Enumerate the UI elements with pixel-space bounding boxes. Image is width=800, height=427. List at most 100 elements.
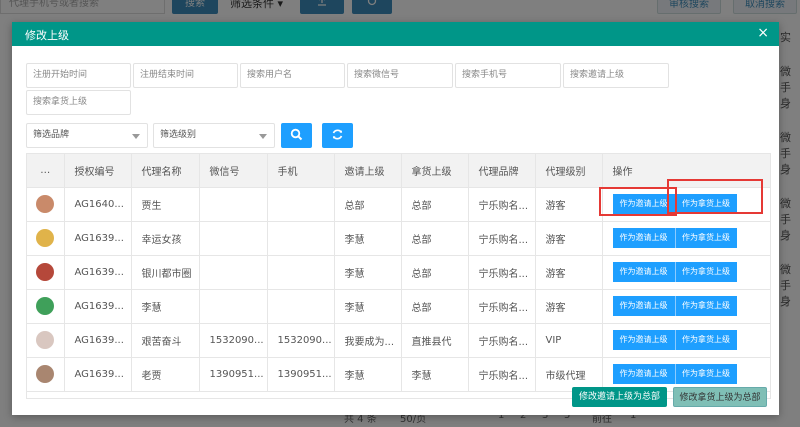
level-select-label: 筛选级别 xyxy=(160,130,197,140)
set-as-stock-superior-button[interactable]: 作为拿货上级 xyxy=(674,228,737,248)
actions-cell: 作为邀请上级 作为拿货上级 xyxy=(602,187,770,222)
col-header-stock-superior: 拿货上级 xyxy=(401,154,469,188)
col-header-wechat: 微信号 xyxy=(199,154,268,188)
invite-superior-cell: 我要成为... xyxy=(334,323,402,358)
avatar-cell xyxy=(27,323,65,358)
set-as-invite-superior-button[interactable]: 作为邀请上级 xyxy=(612,262,675,282)
search-stock-superior-input[interactable]: 搜索拿货上级 xyxy=(26,90,131,115)
stock-superior-cell: 直推县代 xyxy=(401,323,469,358)
stock-superior-cell: 李慧 xyxy=(401,357,469,392)
set-as-invite-superior-button[interactable]: 作为邀请上级 xyxy=(612,330,675,350)
avatar-cell xyxy=(27,289,65,324)
search-wechat-input[interactable]: 搜索微信号 xyxy=(347,63,453,88)
level-cell: 市级代理 xyxy=(535,357,603,392)
auth-no-cell: AG1639... xyxy=(64,289,132,324)
refresh-button[interactable] xyxy=(322,123,353,148)
brand-cell: 宁乐购名... xyxy=(468,357,536,392)
wechat-cell: 1532090... xyxy=(199,323,268,358)
phone-cell xyxy=(267,289,335,324)
wechat-cell xyxy=(199,221,268,256)
table-row: AG1639... 银川都市圈 李慧 总部 宁乐购名... 游客 作为邀请上级 作为拿货上级 xyxy=(27,255,770,290)
level-cell: 游客 xyxy=(535,255,603,290)
invite-superior-cell: 总部 xyxy=(334,187,402,222)
level-cell: 游客 xyxy=(535,221,603,256)
avatar-cell xyxy=(27,221,65,256)
invite-superior-cell: 李慧 xyxy=(334,289,402,324)
col-header-invite-superior: 邀请上级 xyxy=(334,154,402,188)
phone-cell xyxy=(267,187,335,222)
table-row: AG1640... 贾生 总部 总部 宁乐购名... 游客 作为邀请上级 作为拿货上级 xyxy=(27,187,770,222)
avatar xyxy=(36,263,55,281)
invite-superior-cell: 李慧 xyxy=(334,221,402,256)
phone-cell xyxy=(267,255,335,290)
chevron-down-icon xyxy=(259,134,267,139)
set-as-stock-superior-button[interactable]: 作为拿货上级 xyxy=(674,194,737,214)
set-as-invite-superior-button[interactable]: 作为邀请上级 xyxy=(612,194,675,214)
stock-superior-cell: 总部 xyxy=(401,255,469,290)
col-header-actions: 操作 xyxy=(602,154,770,188)
modal-header: 修改上级 × xyxy=(12,22,779,46)
brand-cell: 宁乐购名... xyxy=(468,255,536,290)
auth-no-cell: AG1639... xyxy=(64,357,132,392)
actions-cell: 作为邀请上级 作为拿货上级 xyxy=(602,289,770,324)
agent-name-cell: 幸运女孩 xyxy=(131,221,200,256)
avatar xyxy=(36,229,55,247)
set-as-stock-superior-button[interactable]: 作为拿货上级 xyxy=(674,262,737,282)
auth-no-cell: AG1639... xyxy=(64,255,132,290)
phone-cell: 1532090... xyxy=(267,323,335,358)
reg-start-time-input[interactable]: 注册开始时间 xyxy=(26,63,131,88)
col-header-phone: 手机 xyxy=(267,154,335,188)
wechat-cell xyxy=(199,255,268,290)
actions-cell: 作为邀请上级 作为拿货上级 xyxy=(602,255,770,290)
brand-cell: 宁乐购名... xyxy=(468,221,536,256)
set-invite-superior-hq-button[interactable]: 修改邀请上级为总部 xyxy=(572,387,667,407)
avatar-cell xyxy=(27,187,65,222)
wechat-cell xyxy=(199,187,268,222)
col-header-level: 代理级别 xyxy=(535,154,603,188)
set-as-stock-superior-button[interactable]: 作为拿货上级 xyxy=(674,330,737,350)
search-username-input[interactable]: 搜索用户名 xyxy=(240,63,345,88)
phone-cell: 1390951... xyxy=(267,357,335,392)
avatar-cell xyxy=(27,255,65,290)
agents-table: … 授权编号 代理名称 微信号 手机 邀请上级 拿货上级 代理品牌 代理级别 操… xyxy=(26,153,771,399)
search-phone-input[interactable]: 搜索手机号 xyxy=(455,63,561,88)
wechat-cell xyxy=(199,289,268,324)
table-row: AG1639... 幸运女孩 李慧 总部 宁乐购名... 游客 作为邀请上级 作为拿货上级 xyxy=(27,221,770,256)
brand-cell: 宁乐购名... xyxy=(468,289,536,324)
set-stock-superior-hq-button[interactable]: 修改拿货上级为总部 xyxy=(673,387,767,407)
set-as-stock-superior-button[interactable]: 作为拿货上级 xyxy=(674,296,737,316)
chevron-down-icon xyxy=(132,134,140,139)
level-select[interactable]: 筛选级别 xyxy=(153,123,275,148)
set-as-invite-superior-button[interactable]: 作为邀请上级 xyxy=(612,364,675,384)
agent-name-cell: 艰苦奋斗 xyxy=(131,323,200,358)
set-as-invite-superior-button[interactable]: 作为邀请上级 xyxy=(612,296,675,316)
agent-name-cell: 老贾 xyxy=(131,357,200,392)
avatar xyxy=(36,365,55,383)
close-icon[interactable]: × xyxy=(757,26,769,40)
search-icon xyxy=(290,128,303,141)
avatar-cell xyxy=(27,357,65,392)
auth-no-cell: AG1640... xyxy=(64,187,132,222)
level-cell: 游客 xyxy=(535,289,603,324)
col-header-brand: 代理品牌 xyxy=(468,154,536,188)
invite-superior-cell: 李慧 xyxy=(334,255,402,290)
brand-select-label: 筛选品牌 xyxy=(33,130,70,140)
modal-title: 修改上级 xyxy=(25,29,69,42)
avatar xyxy=(36,195,55,213)
edit-superior-modal: 修改上级 × 注册开始时间 注册结束时间 搜索用户名 搜索微信号 搜索手机号 搜… xyxy=(12,22,779,415)
table-row: AG1639... 老贾 1390951... 1390951... 李慧 李慧 宁乐购名.… xyxy=(27,357,770,392)
brand-cell: 宁乐购名... xyxy=(468,187,536,222)
set-as-stock-superior-button[interactable]: 作为拿货上级 xyxy=(674,364,737,384)
level-cell: 游客 xyxy=(535,187,603,222)
brand-select[interactable]: 筛选品牌 xyxy=(26,123,148,148)
search-button[interactable] xyxy=(281,123,312,148)
refresh-icon xyxy=(332,129,343,140)
agent-name-cell: 贾生 xyxy=(131,187,200,222)
agent-name-cell: 银川都市圈 xyxy=(131,255,200,290)
invite-superior-cell: 李慧 xyxy=(334,357,402,392)
reg-end-time-input[interactable]: 注册结束时间 xyxy=(133,63,238,88)
set-as-invite-superior-button[interactable]: 作为邀请上级 xyxy=(612,228,675,248)
stock-superior-cell: 总部 xyxy=(401,187,469,222)
phone-cell xyxy=(267,221,335,256)
search-invite-superior-input[interactable]: 搜索邀请上级 xyxy=(563,63,669,88)
